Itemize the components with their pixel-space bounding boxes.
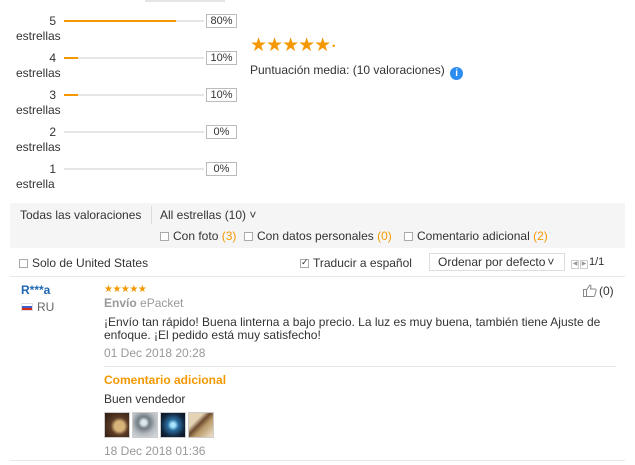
rating-star-word: estrellas <box>16 29 61 43</box>
rating-row-label: 2 estrellas <box>10 125 61 154</box>
rating-row[interactable]: 5 estrellas 80% <box>10 14 250 48</box>
all-ratings-label: Todas las valoraciones <box>20 208 142 222</box>
rating-bar <box>64 94 204 96</box>
additional-comment-text: Buen vendedor <box>104 392 186 406</box>
average-rating: ★★★★★ • Puntuación media: (10 valoracione… <box>250 35 464 81</box>
personal-data-filter[interactable]: Con datos personales (0) <box>244 229 392 243</box>
rating-star-word: estrellas <box>16 66 61 80</box>
info-icon[interactable]: i <box>450 67 464 81</box>
additional-comment-checkbox[interactable] <box>404 232 413 241</box>
reviewer-name[interactable]: R***a <box>21 283 50 297</box>
rating-star-word: estrellas <box>16 103 61 117</box>
review-item: ★★★★★ Envío ePacket ¡Envío tan rápido! B… <box>104 284 624 458</box>
average-count: (10 valoraciones) <box>352 63 445 78</box>
rating-row-label: 4 estrellas <box>10 51 61 80</box>
additional-comment-date: 18 Dec 2018 01:36 <box>104 444 206 458</box>
review-photo[interactable] <box>104 412 130 438</box>
rating-bar <box>64 168 204 170</box>
ru-flag-icon <box>21 303 33 311</box>
additional-comment-filter[interactable]: Comentario adicional (2) <box>404 229 548 243</box>
filter-panel: Todas las valoraciones All estrellas (10… <box>10 203 625 248</box>
rating-percent: 0% <box>206 162 237 176</box>
rating-bar-fill <box>64 57 78 59</box>
rating-star-count: 3 <box>49 88 56 102</box>
divider <box>10 460 625 461</box>
divider <box>104 366 616 367</box>
review-photos <box>104 412 624 440</box>
us-only-checkbox[interactable] <box>19 259 28 268</box>
translate-option[interactable]: Traducir a español <box>300 256 412 270</box>
reviewer-country: RU <box>21 300 54 314</box>
chevron-down-icon: ˅ <box>249 208 257 222</box>
rating-bar-fill <box>64 94 78 96</box>
rating-bar <box>64 20 204 22</box>
rating-percent: 0% <box>206 125 237 139</box>
rating-percent: 80% <box>206 14 237 28</box>
rating-star-count: 5 <box>49 14 56 28</box>
filter-separator <box>151 206 152 224</box>
rating-bar <box>64 57 204 59</box>
rating-star-count: 2 <box>49 125 56 139</box>
average-stars: ★★★★★ • <box>250 35 335 57</box>
pager: ◀ ▶ 1/1 <box>571 256 604 269</box>
rating-star-count: 1 <box>49 162 56 176</box>
shipping-info: Envío ePacket <box>104 296 184 310</box>
next-page-button[interactable]: ▶ <box>580 260 588 269</box>
review-date: 01 Dec 2018 20:28 <box>104 346 206 360</box>
rating-row[interactable]: 2 estrellas 0% <box>10 125 250 159</box>
rating-row-label: 3 estrellas <box>10 88 61 117</box>
prev-page-button[interactable]: ◀ <box>571 260 579 269</box>
sort-select[interactable]: Ordenar por defecto ˅ <box>429 253 565 271</box>
thumbs-up-icon <box>583 284 597 297</box>
additional-comment-label: Comentario adicional <box>104 373 227 387</box>
rating-star-word: estrellas <box>16 140 61 154</box>
with-photo-filter[interactable]: Con foto (3) <box>160 229 236 243</box>
average-label: Puntuación media: <box>250 63 350 78</box>
rating-star-word: estrella <box>16 177 55 191</box>
personal-data-checkbox[interactable] <box>244 232 253 241</box>
top-divider <box>145 0 225 2</box>
us-only-option[interactable]: Solo de United States <box>19 256 148 270</box>
rating-row[interactable]: 1 estrella 0% <box>10 162 250 196</box>
divider <box>10 276 625 277</box>
rating-row[interactable]: 3 estrellas 10% <box>10 88 250 122</box>
rating-star-count: 4 <box>49 51 56 65</box>
rating-bar <box>64 131 204 133</box>
review-text: ¡Envío tan rápido! Buena linterna a bajo… <box>104 315 601 342</box>
average-text: Puntuación media: (10 valoraciones) i <box>250 63 464 81</box>
review-photo[interactable] <box>188 412 214 438</box>
translate-checkbox[interactable] <box>300 257 309 268</box>
with-photo-checkbox[interactable] <box>160 232 169 241</box>
page-indicator: 1/1 <box>589 256 605 268</box>
helpful-button[interactable]: (0) <box>583 284 614 298</box>
options-bar: Solo de United States Traducir a español… <box>10 253 625 275</box>
stars-filter-select[interactable]: All estrellas (10) ˅ <box>160 208 256 222</box>
review-photo[interactable] <box>160 412 186 438</box>
rating-percent: 10% <box>206 51 237 65</box>
rating-row-label: 1 estrella <box>10 162 58 191</box>
chevron-down-icon: ˅ <box>547 255 555 269</box>
rating-percent: 10% <box>206 88 237 102</box>
review-photo[interactable] <box>132 412 158 438</box>
rating-bar-fill <box>64 20 176 22</box>
rating-row-label: 5 estrellas <box>10 14 61 43</box>
rating-row[interactable]: 4 estrellas 10% <box>10 51 250 85</box>
review-stars: ★★★★★ <box>104 284 147 295</box>
